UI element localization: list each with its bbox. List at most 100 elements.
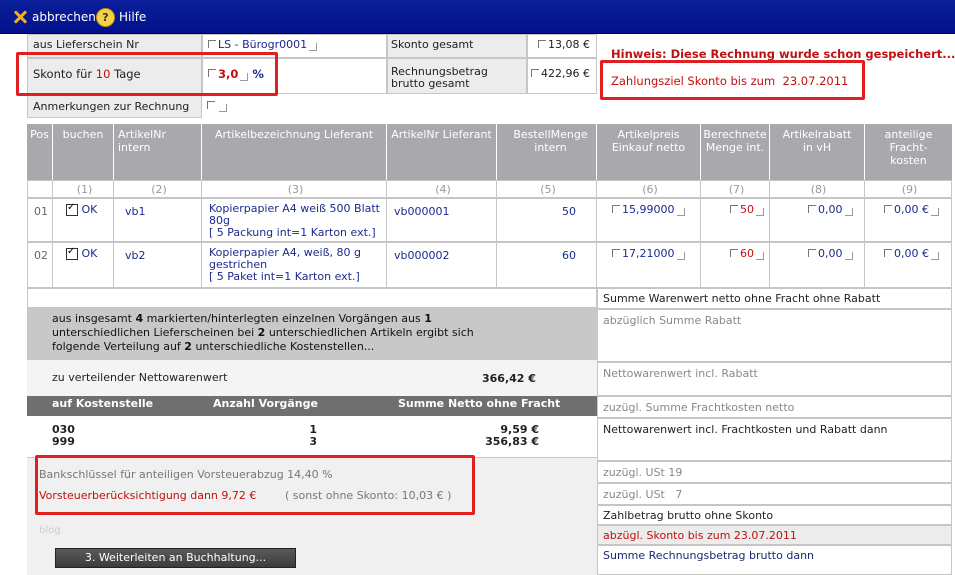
field-marker-icon <box>612 205 620 213</box>
row-book[interactable]: OK <box>66 246 98 260</box>
help-label: Hilfe <box>119 10 147 24</box>
row-price-field[interactable]: 17,21000 <box>612 247 685 260</box>
summary-row: abzüglich Summe Rabatt <box>597 309 952 362</box>
cancel-label: abbrechen <box>32 10 96 24</box>
row-rebate-field[interactable]: 0,00 <box>808 247 853 260</box>
notes-label-cell: Anmerkungen zur Rechnung <box>27 94 202 118</box>
field-marker-icon <box>538 40 546 48</box>
count-999: 3 <box>309 435 317 448</box>
field-marker-icon <box>612 249 620 257</box>
col-header-price: Artikelpreis Einkauf netto <box>597 124 701 180</box>
col-header-rebate: Artikelrabatt in vH <box>770 124 865 180</box>
resize-handle-icon <box>676 208 685 216</box>
summary-row: Nettowarenwert incl. Rabatt <box>597 362 952 396</box>
resize-handle-icon <box>931 252 939 260</box>
net-to-distribute-label: zu verteilender Nettowarenwert <box>52 371 228 384</box>
col-header-art-int: ArtikelNr intern <box>114 124 202 180</box>
book-checkbox[interactable] <box>66 246 78 260</box>
row-art-int: vb1 <box>125 205 146 218</box>
net-to-distribute-value: 366,42 € <box>482 372 536 385</box>
col-sep <box>864 180 865 288</box>
col-sep <box>496 180 497 288</box>
row-art-int: vb2 <box>125 249 146 262</box>
cancel-button[interactable]: abbrechen <box>12 8 96 26</box>
gross-label-line2: brutto gesamt <box>391 77 470 90</box>
summary-row: Nettowarenwert incl. Frachtkosten und Ra… <box>597 418 952 461</box>
summary-row: abzügl. Skonto bis zum 23.07.2011 <box>597 525 952 545</box>
col-header-freight: anteilige Fracht-kosten <box>884 128 933 167</box>
table-row: 01 OK vb1 Kopierpapier A4 weiß 500 Blatt… <box>27 198 952 242</box>
col-index-3: (3) <box>287 183 304 196</box>
skonto-total-value: 13,08 € <box>548 38 590 51</box>
resize-handle-icon <box>309 43 318 51</box>
skonto-total-value-cell: 13,08 € <box>527 34 597 58</box>
column-index-row: (1) (2) (3) (4) (5) (6) (7) (8) (9) <box>27 180 952 198</box>
col-index-9: (9) <box>901 183 918 196</box>
col-index-4: (4) <box>435 183 451 196</box>
col-sep <box>386 180 387 288</box>
field-marker-icon <box>531 69 540 77</box>
field-marker-icon <box>207 101 215 109</box>
notes-label: Anmerkungen zur Rechnung <box>33 100 190 113</box>
resize-handle-icon <box>844 208 853 216</box>
row-qty: 60 <box>562 249 576 262</box>
gross-label-cell: Rechnungsbetrag brutto gesamt <box>387 58 527 94</box>
row-art-sup: vb000002 <box>394 249 450 262</box>
highlight-deadline <box>600 60 865 100</box>
field-marker-icon <box>808 205 816 213</box>
field-marker-icon <box>730 249 738 257</box>
gross-value-cell: 422,96 € <box>527 58 597 94</box>
delivery-value: LS - Bürogr0001 <box>218 38 308 51</box>
toolbar: abbrechen ? Hilfe <box>0 0 955 34</box>
row-freight-field[interactable]: 0,00 € <box>884 203 939 216</box>
col-sep <box>700 180 701 288</box>
col-header-pos: Pos <box>27 124 53 180</box>
col-index-7: (7) <box>728 183 745 196</box>
row-calc-qty-field[interactable]: 60 <box>730 247 764 260</box>
summary-row: zuzügl. USt 7 <box>597 483 952 505</box>
summary-row: Summe Rechnungsbetrag brutto dann <box>597 545 952 575</box>
items-table-header: Pos buchen ArtikelNr intern Artikelbezei… <box>27 124 952 180</box>
net-to-distribute-row: zu verteilender Nettowarenwert 366,42 € <box>27 360 597 396</box>
forward-to-accounting-button[interactable]: 3. Weiterleiten an Buchhaltung... <box>55 548 296 568</box>
resize-handle-icon <box>756 252 764 260</box>
sum-head: Summe Netto ohne Fracht <box>398 397 561 410</box>
col-index-2: (2) <box>151 183 167 196</box>
notes-field[interactable] <box>207 99 227 112</box>
field-marker-icon <box>884 205 892 213</box>
row-status: OK <box>81 247 98 260</box>
row-price-field[interactable]: 15,99000 <box>612 203 685 216</box>
cost-center-header: auf Kostenstelle Anzahl Vorgänge Summe N… <box>27 396 597 416</box>
resize-handle-icon <box>844 252 853 260</box>
delivery-label: aus Lieferschein Nr <box>33 38 139 51</box>
help-icon: ? <box>96 7 115 27</box>
row-book[interactable]: OK <box>66 202 98 216</box>
col-index-8: (8) <box>810 183 827 196</box>
field-marker-icon <box>884 249 892 257</box>
col-header-calc-qty: Berechnete Menge int. <box>701 124 770 180</box>
help-button[interactable]: ? Hilfe <box>96 7 147 27</box>
col-sep <box>201 180 202 288</box>
row-status: OK <box>81 203 98 216</box>
resize-handle-icon <box>219 104 227 112</box>
summary-column: Summe Warenwert netto ohne Fracht ohne R… <box>597 288 952 575</box>
field-marker-icon <box>730 205 738 213</box>
summary-row: Summe Warenwert netto ohne Fracht ohne R… <box>597 288 952 309</box>
col-sep <box>52 180 53 288</box>
skonto-total-label: Skonto gesamt <box>391 38 474 51</box>
col-sep <box>769 180 770 288</box>
resize-handle-icon <box>756 208 764 216</box>
row-calc-qty-field[interactable]: 50 <box>730 203 764 216</box>
col-sep <box>113 180 114 288</box>
row-freight-field[interactable]: 0,00 € <box>884 247 939 260</box>
field-marker-icon <box>808 249 816 257</box>
table-row: 02 OK vb2 Kopierpapier A4, weiß, 80 g ge… <box>27 242 952 288</box>
blog-text: blog <box>39 525 61 536</box>
close-icon <box>12 9 28 25</box>
row-rebate-field[interactable]: 0,00 <box>808 203 853 216</box>
count-head: Anzahl Vorgänge <box>213 397 318 410</box>
row-pos: 01 <box>34 205 48 218</box>
skonto-total-label-cell: Skonto gesamt <box>387 34 527 58</box>
book-checkbox[interactable] <box>66 202 78 216</box>
row-desc: Kopierpapier A4, weiß, 80 g gestrichen [… <box>209 247 389 283</box>
